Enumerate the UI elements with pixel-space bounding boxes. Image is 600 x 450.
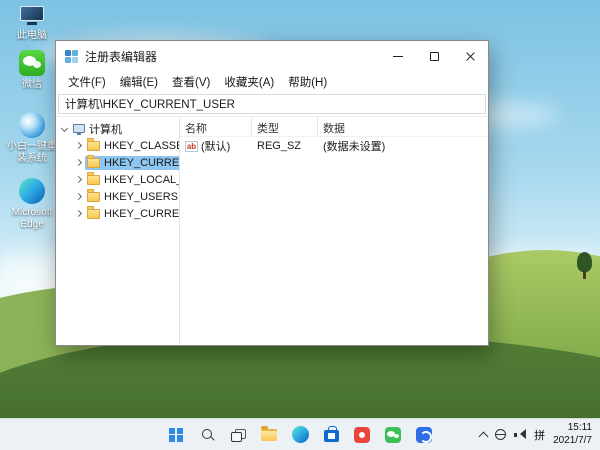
- task-view-button[interactable]: [225, 422, 251, 448]
- task-view-icon: [231, 428, 246, 442]
- chevron-right-icon: [74, 175, 83, 184]
- store-button[interactable]: [318, 422, 344, 448]
- registry-values-pane: 名称 类型 数据 ab (默认) REG_SZ (数据未设置): [180, 117, 488, 345]
- input-method-indicator[interactable]: 拼: [534, 427, 545, 443]
- tree-item-hkey-current-user[interactable]: HKEY_CURRENT_USER: [56, 154, 179, 171]
- wechat-icon: [19, 50, 45, 76]
- tree-item-label: HKEY_USERS: [104, 190, 178, 203]
- list-header: 名称 类型 数据: [180, 117, 488, 137]
- chevron-right-icon: [74, 158, 83, 167]
- monitor-stand: [27, 22, 37, 25]
- taskbar: 拼 15:11 2021/7/7: [0, 418, 600, 450]
- chevron-right-icon: [74, 192, 83, 201]
- close-button[interactable]: [452, 41, 488, 71]
- value-data: (数据未设置): [323, 141, 386, 153]
- desktop-icon-xiaobai[interactable]: 小白一键重装系统: [6, 112, 58, 164]
- volume-icon[interactable]: [514, 429, 527, 440]
- folder-icon: [87, 171, 100, 185]
- app-blue-button[interactable]: [411, 422, 437, 448]
- folder-icon: [87, 205, 100, 219]
- taskbar-center-icons: [163, 419, 437, 450]
- wechat-icon: [385, 426, 401, 443]
- desktop-icon-label: 小白一键重装系统: [7, 141, 57, 164]
- address-input[interactable]: 计算机\HKEY_CURRENT_USER: [58, 94, 486, 114]
- chevron-down-icon: [60, 124, 69, 133]
- tree-item-hkey-current-config[interactable]: HKEY_CURRENT_CONFIG: [56, 205, 179, 222]
- folder-icon: [87, 137, 100, 151]
- tree-item-label: HKEY_CURRENT_CONFIG: [104, 207, 180, 220]
- desktop-icon-this-pc[interactable]: 此电脑: [6, 6, 58, 42]
- file-explorer-icon: [261, 425, 277, 441]
- menu-file[interactable]: 文件(F): [61, 72, 113, 92]
- tree-item-label: HKEY_LOCAL_MACHINE: [104, 173, 179, 186]
- start-button[interactable]: [163, 422, 189, 448]
- desktop-icon-label: 微信: [22, 79, 42, 90]
- minimize-icon: [393, 55, 403, 57]
- search-icon: [201, 428, 214, 441]
- menu-favorites[interactable]: 收藏夹(A): [217, 72, 281, 92]
- computer-icon: [73, 124, 85, 135]
- microsoft-store-icon: [323, 426, 339, 442]
- this-pc-icon: [20, 6, 44, 27]
- edge-icon: [19, 178, 45, 204]
- tree-item-label: HKEY_CLASSES_ROOT: [104, 139, 179, 152]
- close-icon: [465, 51, 476, 62]
- clock-date: 2021/7/7: [553, 434, 592, 446]
- value-type: REG_SZ: [257, 140, 302, 152]
- desktop-icon-label: 此电脑: [17, 30, 47, 41]
- clock-time: 15:11: [567, 422, 592, 433]
- tree-item-hkey-classes-root[interactable]: HKEY_CLASSES_ROOT: [56, 137, 179, 154]
- monitor-screen: [20, 6, 44, 21]
- search-button[interactable]: [194, 422, 220, 448]
- system-tray: 拼 15:11 2021/7/7: [478, 419, 596, 450]
- column-header-type[interactable]: 类型: [252, 117, 318, 136]
- tree: [577, 252, 592, 279]
- string-value-icon: ab: [185, 140, 198, 152]
- hidden-icons-chevron-icon[interactable]: [478, 431, 489, 441]
- menu-view[interactable]: 查看(V): [165, 72, 217, 92]
- desktop-icon-wechat[interactable]: 微信: [6, 50, 58, 91]
- wechat-button[interactable]: [380, 422, 406, 448]
- network-icon[interactable]: [495, 429, 507, 440]
- edge-icon: [291, 426, 309, 443]
- folder-icon: [87, 154, 100, 168]
- blue-app-icon: [416, 426, 432, 443]
- chevron-right-icon: [74, 209, 83, 218]
- xiaobai-reinstall-icon: [19, 112, 45, 138]
- red-app-icon: [354, 426, 370, 443]
- column-header-data[interactable]: 数据: [318, 117, 488, 136]
- registry-tree-pane: 计算机 HKEY_CLASSES_ROOT HKEY_CURRENT_USER: [56, 117, 180, 345]
- menu-help[interactable]: 帮助(H): [281, 72, 334, 92]
- window-title: 注册表编辑器: [85, 49, 158, 64]
- file-explorer-button[interactable]: [256, 422, 282, 448]
- value-name: (默认): [201, 141, 231, 153]
- address-bar: 计算机\HKEY_CURRENT_USER: [56, 92, 488, 117]
- tree-item-hkey-users[interactable]: HKEY_USERS: [56, 188, 179, 205]
- app-red-button[interactable]: [349, 422, 375, 448]
- menu-bar: 文件(F) 编辑(E) 查看(V) 收藏夹(A) 帮助(H): [56, 71, 488, 92]
- chevron-right-icon: [74, 141, 83, 150]
- desktop-icon-label: Microsoft Edge: [11, 207, 53, 230]
- maximize-icon: [429, 51, 439, 61]
- tree-item-label: HKEY_CURRENT_USER: [104, 156, 180, 169]
- selected-tree-node[interactable]: HKEY_CURRENT_USER: [85, 154, 180, 170]
- folder-icon: [87, 188, 100, 202]
- window-panes: 计算机 HKEY_CLASSES_ROOT HKEY_CURRENT_USER: [56, 117, 488, 345]
- registry-editor-app-icon: [65, 49, 78, 63]
- maximize-button[interactable]: [416, 41, 452, 71]
- taskbar-clock[interactable]: 15:11 2021/7/7: [553, 422, 592, 447]
- registry-value-row[interactable]: ab (默认) REG_SZ (数据未设置): [180, 137, 488, 155]
- registry-editor-window: 注册表编辑器 文件(F) 编辑(E) 查看(V) 收藏夹(A) 帮助(H) 计算…: [55, 40, 489, 346]
- menu-edit[interactable]: 编辑(E): [113, 72, 165, 92]
- windows-logo-icon: [169, 427, 183, 442]
- column-header-name[interactable]: 名称: [180, 117, 252, 136]
- desktop-icon-edge[interactable]: Microsoft Edge: [6, 178, 58, 230]
- window-titlebar[interactable]: 注册表编辑器: [56, 41, 488, 71]
- tree-item-hkey-local-machine[interactable]: HKEY_LOCAL_MACHINE: [56, 171, 179, 188]
- edge-button[interactable]: [287, 422, 313, 448]
- tree-item-label: 计算机: [89, 123, 122, 136]
- minimize-button[interactable]: [380, 41, 416, 71]
- tree-item-computer[interactable]: 计算机: [56, 120, 179, 137]
